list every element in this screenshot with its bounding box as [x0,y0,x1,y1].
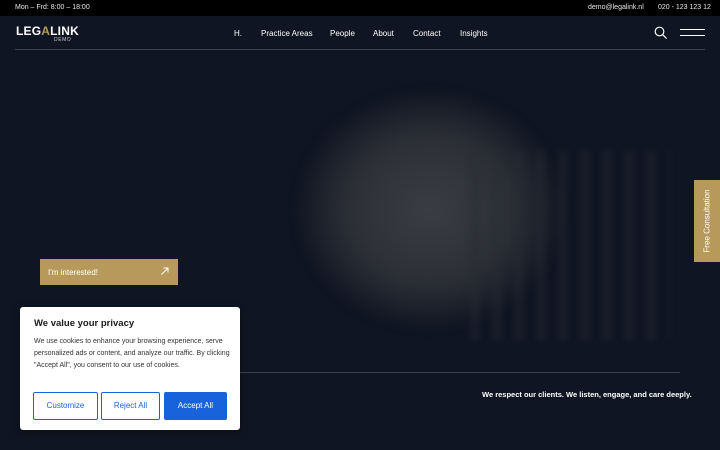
hero-bottom-divider [238,372,680,373]
free-consultation-label: Free Consultation [702,189,712,253]
logo-wordmark: LEGALINK [16,24,79,38]
contact-email-link[interactable]: demo@legalink.nl [588,4,644,11]
nav-practice-areas[interactable]: Practice Areas [261,29,313,38]
site-header: LEGALINK DEMO H. Practice Areas People A… [0,16,720,50]
hamburger-menu-icon[interactable] [680,27,705,37]
site-logo[interactable]: LEGALINK DEMO [16,24,79,45]
search-icon[interactable] [654,26,667,39]
nav-insights[interactable]: Insights [460,29,488,38]
nav-about[interactable]: About [373,29,394,38]
cookie-accept-all-button[interactable]: Accept All [164,392,227,420]
logo-subtitle: DEMO [54,37,72,43]
hero-background-texture [470,150,670,340]
interested-cta-label: I'm interested! [48,268,98,277]
cookie-banner-title: We value your privacy [34,318,135,329]
cookie-consent-banner: We value your privacy We use cookies to … [20,307,240,430]
nav-people[interactable]: People [330,29,355,38]
header-divider [15,49,705,50]
hero-tagline: We respect our clients. We listen, engag… [482,390,692,399]
cookie-customize-button[interactable]: Customize [33,392,98,420]
nav-contact[interactable]: Contact [413,29,441,38]
cookie-reject-all-button[interactable]: Reject All [101,392,160,420]
free-consultation-tab[interactable]: Free Consultation [694,180,720,262]
arrow-up-right-icon [161,267,169,275]
cookie-banner-text: We use cookies to enhance your browsing … [34,338,230,369]
office-hours: Mon – Frd: 8:00 – 18:00 [15,4,90,11]
contact-phone-link[interactable]: 020 - 123 123 12 [658,4,711,11]
top-info-bar: Mon – Frd: 8:00 – 18:00 demo@legalink.nl… [0,0,720,16]
interested-cta-button[interactable]: I'm interested! [40,259,178,285]
nav-home[interactable]: H. [234,29,242,38]
